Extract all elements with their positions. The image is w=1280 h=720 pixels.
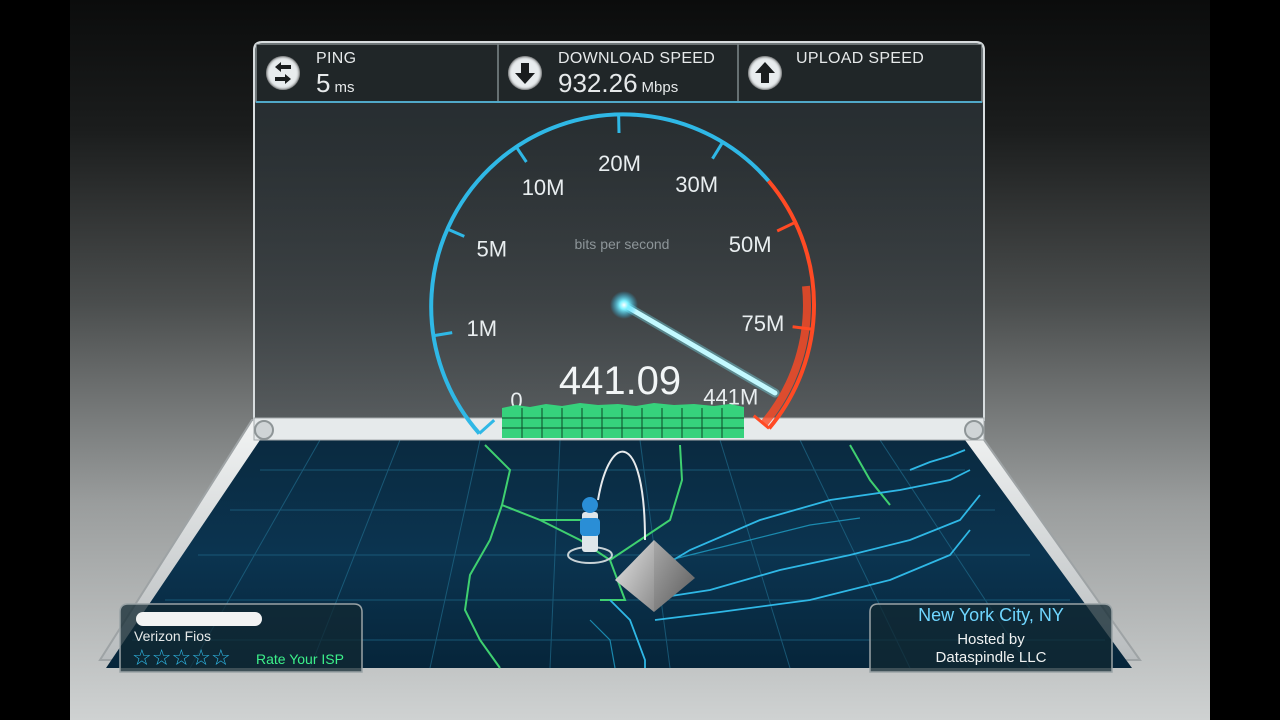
throughput-graph xyxy=(502,403,744,438)
gauge-scale-label: 5M xyxy=(477,236,508,261)
gauge-tick xyxy=(711,140,725,160)
gauge-scale-label: 20M xyxy=(598,151,641,176)
rating-star-icon[interactable]: ☆ xyxy=(171,646,191,671)
rating-star-icon[interactable]: ☆ xyxy=(211,646,231,671)
redacted-ip-bar xyxy=(136,612,262,626)
rating-star-icon[interactable]: ☆ xyxy=(132,646,152,671)
gauge-tick xyxy=(445,227,465,238)
server-city[interactable]: New York City, NY xyxy=(870,605,1112,626)
gauge-tick xyxy=(432,331,453,338)
gauge-scale-label: 75M xyxy=(742,311,785,336)
gauge-scale-label: 1M xyxy=(467,316,498,341)
gauge-scale-label: 10M xyxy=(522,175,565,200)
host-name: Dataspindle LLC xyxy=(935,649,1047,666)
gauge-tick xyxy=(478,418,496,435)
rating-star-icon[interactable]: ☆ xyxy=(152,646,172,671)
isp-rating-stars[interactable]: ☆☆☆☆☆ xyxy=(132,646,231,671)
gauge-scale-label: 50M xyxy=(729,232,772,257)
speedtest-stage: PING 5 ms DOWNLOAD SPEED 932.26 Mbps UPLOA… xyxy=(70,0,1210,720)
hosted-by-label: Hosted by xyxy=(957,631,1025,648)
current-reading: 441.09 xyxy=(559,359,681,403)
gauge-unit-caption: bits per second xyxy=(575,236,670,252)
gauge-tick xyxy=(514,144,528,163)
rate-isp-link[interactable]: Rate Your ISP xyxy=(256,651,344,667)
rating-star-icon[interactable]: ☆ xyxy=(191,646,211,671)
gauge-scale-label: 30M xyxy=(675,172,718,197)
gauge-hub xyxy=(610,291,638,319)
isp-name: Verizon Fios xyxy=(134,628,212,644)
gauge-tick xyxy=(776,220,796,233)
